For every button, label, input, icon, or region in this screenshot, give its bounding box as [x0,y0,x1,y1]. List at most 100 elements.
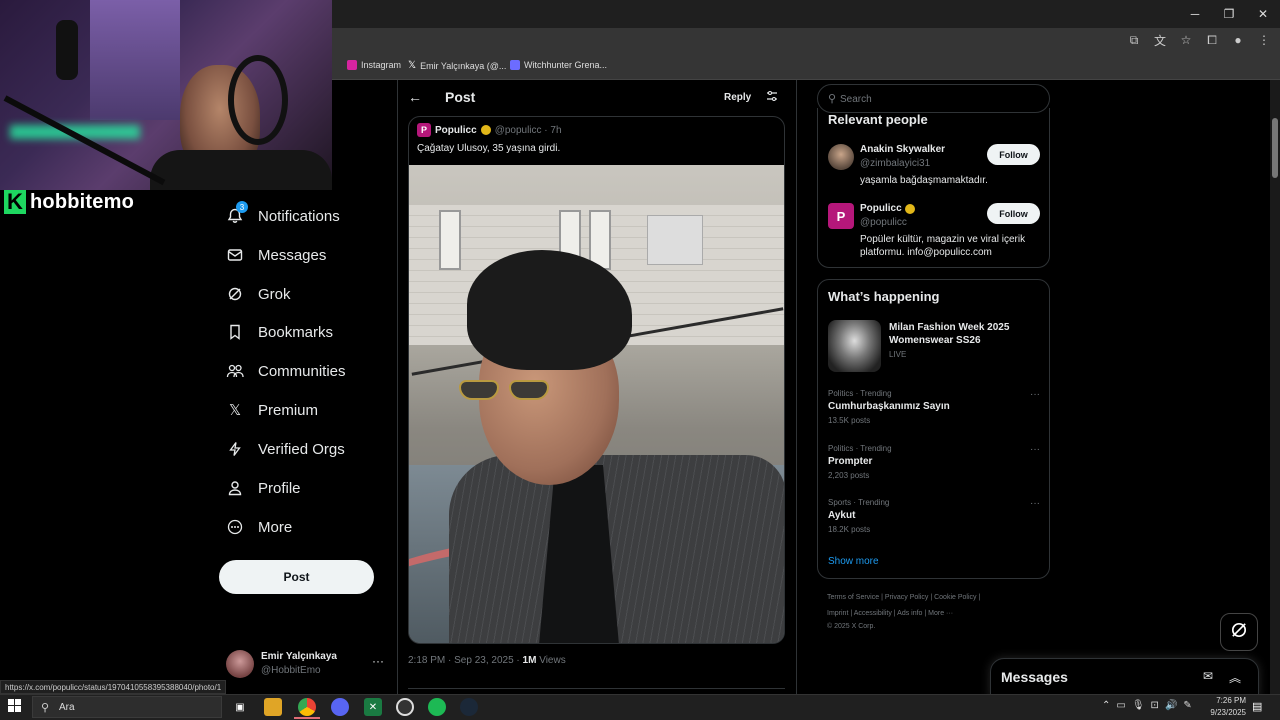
notification-center-icon[interactable]: ▤ [1252,700,1262,713]
more-dots-icon[interactable]: ··· [372,654,384,668]
kick-logo-icon: K [4,189,26,214]
bookmark-label: Witchhunter Grena... [524,60,608,70]
pen-icon[interactable]: ✎ [1183,700,1191,711]
obs-icon[interactable] [396,698,414,716]
post-button[interactable]: Post [219,560,374,594]
account-handle: @HobbitEmo [261,665,321,676]
sliders-icon[interactable] [766,90,778,105]
windows-start-icon[interactable] [8,699,21,715]
post-photo[interactable] [409,165,784,643]
envelope-icon [226,246,244,264]
system-tray: ⌃ ▭ 🎙 ⊡ 🔊 ✎ [1102,700,1192,711]
trend-item[interactable]: Politics · Trending Prompter 2,203 posts… [828,444,1040,480]
discord-icon[interactable] [331,698,349,716]
trend-item[interactable]: Politics · Trending Cumhurbaşkanımız Say… [828,389,1040,425]
profile-avatar-icon[interactable]: ● [1230,32,1246,48]
divider [796,80,797,695]
taskbar-search-label: Ara [59,702,75,713]
person-icon [226,479,244,497]
nav-notifications[interactable]: 3 Notifications [226,201,340,225]
translate-icon[interactable]: 文 [1152,32,1168,48]
speaker-icon[interactable]: 🔊 [1165,700,1177,711]
streamer-name: hobbitemo [30,190,135,213]
steam-icon[interactable] [460,698,478,716]
person-bio: Popüler kültür, magazin ve viral içerik … [860,234,1026,258]
trend-category: Sports · Trending [828,498,890,507]
clock-time: 7:26 PM [1216,696,1246,705]
post-meta: 2:18 PM · Sep 23, 2025 · 1M Views [408,655,566,666]
whats-happening-panel: What’s happening Milan Fashion Week 2025… [817,279,1050,579]
bookmark-witchhunter[interactable]: Witchhunter Grena... [510,60,607,70]
nav-premium[interactable]: 𝕏 Premium [226,401,319,420]
extensions-icon[interactable]: ⧠ [1204,32,1220,48]
chrome-icon[interactable] [294,698,320,719]
search-icon: ⚲ [828,93,837,105]
nav-label: Communities [258,362,346,380]
taskbar-clock[interactable]: 7:26 PM 9/23/2025 [1200,695,1246,719]
grok-icon [1230,621,1248,644]
nav-grok[interactable]: Grok [226,285,291,303]
new-message-icon[interactable]: ✉ [1203,669,1213,683]
nav-label: Premium [258,401,319,419]
trend-posts: 13.5K posts [828,416,871,425]
trend-item[interactable]: Sports · Trending Aykut 18.2K posts ··· [828,498,1040,534]
person-bio: yaşamla bağdaşmamaktadır. [860,175,988,186]
messages-drawer[interactable]: Messages ✉ ︽ [990,658,1259,698]
nav-bookmarks[interactable]: Bookmarks [226,323,333,341]
chevron-up-icon[interactable]: ⌃ [1102,700,1110,711]
star-icon[interactable]: ☆ [1178,32,1194,48]
monitor-icon[interactable]: ▭ [1116,700,1125,711]
clock-date: 9/23/2025 [1210,708,1246,717]
install-app-icon[interactable]: ⧉ [1126,32,1142,48]
bookmark-instagram[interactable]: Instagram [347,60,401,70]
task-view-icon[interactable]: ▣ [231,698,249,716]
nav-messages[interactable]: Messages [226,246,326,264]
account-switcher[interactable]: Emir Yalçınkaya @HobbitEmo ··· [226,650,386,680]
network-icon[interactable]: ⊡ [1151,700,1159,711]
show-more-link[interactable]: Show more [828,556,879,567]
nav-profile[interactable]: Profile [226,479,301,497]
scrollbar-thumb[interactable] [1272,118,1278,178]
relevant-people-panel: Relevant people Anakin Skywalker @zimbal… [817,108,1050,268]
follow-button[interactable]: Follow [987,144,1040,165]
toolbar-icons: ⧉ 文 ☆ ⧠ ● ⋮ [1126,32,1272,48]
views-count: 1M [522,655,537,666]
more-dots-icon[interactable]: ··· [1030,444,1040,455]
expand-chevron-icon[interactable]: ︽ [1229,669,1241,686]
restore-icon[interactable]: ❐ [1212,0,1246,28]
nav-communities[interactable]: Communities [226,362,346,380]
nav-label: Bookmarks [258,323,334,341]
nav-verified-orgs[interactable]: Verified Orgs [226,440,345,458]
back-arrow-icon[interactable]: ← [408,89,422,105]
search-input[interactable] [840,90,1040,108]
quoted-post[interactable]: P Populicc @populicc · 7h Çağatay Ulusoy… [408,116,785,644]
page-title: Post [445,89,476,105]
reply-button[interactable]: Reply [724,92,751,103]
bookmark-emir[interactable]: 𝕏 Emir Yalçınkaya (@... [408,60,506,71]
spotify-icon[interactable] [428,698,446,716]
close-icon[interactable]: ✕ [1246,0,1280,28]
footer-links-1[interactable]: Terms of Service | Privacy Policy | Cook… [827,594,980,601]
person-name: Anakin Skywalker [860,144,946,155]
nav-label: Grok [258,285,291,303]
taskbar-search[interactable]: ⚲ Ara [32,696,222,718]
minimize-icon[interactable]: ─ [1178,0,1212,28]
nav-more[interactable]: More [226,518,292,536]
file-explorer-icon[interactable] [264,698,282,716]
more-dots-icon[interactable]: ··· [1030,389,1040,400]
featured-trend[interactable]: Milan Fashion Week 2025 Womenswear SS26 … [828,320,1040,372]
microphone-icon[interactable]: 🎙 [1132,700,1145,711]
footer-links-2[interactable]: Imprint | Accessibility | Ads info | Mor… [827,610,953,617]
xbox-icon[interactable]: ✕ [364,698,382,716]
bookmark-label: Instagram [361,60,402,70]
streamer-logo: K hobbitemo [4,189,135,214]
drawer-title: Messages [1001,669,1068,685]
kebab-menu-icon[interactable]: ⋮ [1256,32,1272,48]
more-dots-icon[interactable]: ··· [1030,498,1040,509]
follow-button[interactable]: Follow [987,203,1040,224]
grok-button[interactable] [1220,613,1258,651]
bookmark-icon [226,323,244,341]
person-handle: @populicc [860,217,907,228]
post-timestamp[interactable]: 2:18 PM · Sep 23, 2025 · [408,655,523,666]
account-name: Emir Yalçınkaya [261,651,337,662]
